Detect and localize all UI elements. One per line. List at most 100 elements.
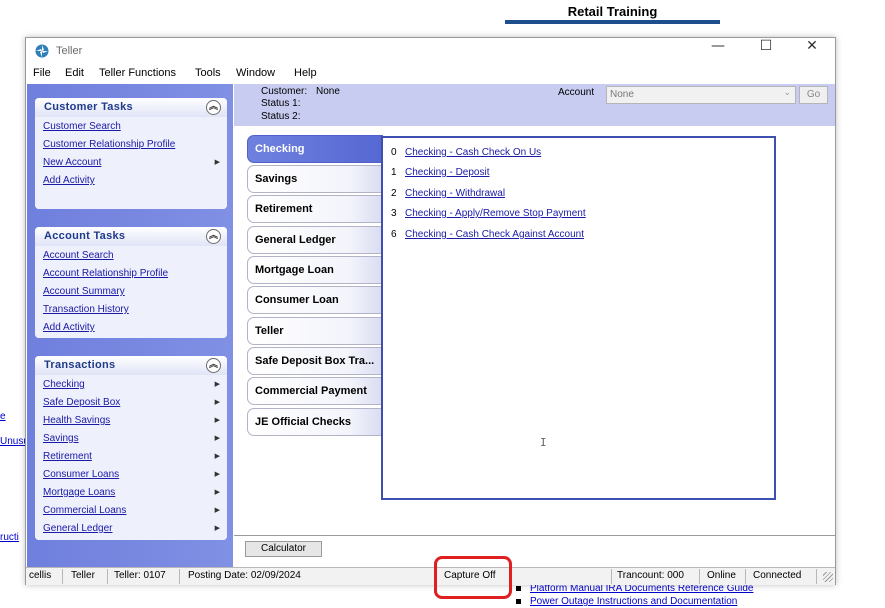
list-item: 2 Checking - Withdrawal [391, 188, 505, 199]
calculator-button[interactable]: Calculator [245, 541, 322, 557]
tab-je-official-checks[interactable]: JE Official Checks [247, 408, 383, 436]
transaction-link[interactable]: Checking - Cash Check Against Account [405, 229, 584, 240]
status-role: Teller [71, 570, 95, 581]
window-title: Teller [56, 45, 83, 57]
tab-label: Safe Deposit Box Tra... [255, 355, 375, 367]
tab-label: Retirement [255, 203, 313, 215]
account-tasks-header[interactable]: Account Tasks ︽ [35, 227, 227, 246]
customer-relationship-profile-link[interactable]: Customer Relationship Profile [43, 139, 175, 150]
transactions-health-savings-link[interactable]: Health Savings [43, 415, 110, 426]
transactions-header[interactable]: Transactions ︽ [35, 356, 227, 375]
submenu-arrow-icon: ▶ [214, 158, 220, 166]
submenu-arrow-icon: ▶ [214, 488, 220, 496]
account-summary-link[interactable]: Account Summary [43, 286, 125, 297]
transactions-retirement-link[interactable]: Retirement [43, 451, 92, 462]
submenu-arrow-icon: ▶ [214, 434, 220, 442]
transactions-general-ledger-link[interactable]: General Ledger [43, 523, 113, 534]
status-1-label: Status 1: [261, 98, 301, 109]
status-bar: cellis Teller Teller: 0107 Posting Date:… [26, 567, 835, 585]
tab-consumer-loan[interactable]: Consumer Loan [247, 286, 383, 314]
background-link[interactable]: Power Outage Instructions and Documentat… [516, 596, 737, 607]
transaction-link[interactable]: Checking - Withdrawal [405, 188, 505, 199]
tab-retirement[interactable]: Retirement [247, 195, 383, 223]
transaction-history-link[interactable]: Transaction History [43, 304, 129, 315]
transactions-commercial-loans-link[interactable]: Commercial Loans [43, 505, 126, 516]
menu-teller-functions[interactable]: Teller Functions [99, 67, 176, 79]
status-connection: Connected [753, 570, 802, 581]
transactions-checking-link[interactable]: Checking [43, 379, 85, 390]
title-bar[interactable]: Teller — ☐ ✕ [26, 38, 835, 65]
collapse-chevron-icon[interactable]: ︽ [206, 100, 221, 115]
go-button[interactable]: Go [799, 86, 828, 104]
divider [611, 569, 612, 584]
background-link-fragment[interactable]: ructi [0, 532, 19, 543]
add-activity-link[interactable]: Add Activity [43, 175, 95, 186]
maximize-button[interactable]: ☐ [743, 38, 789, 65]
tab-savings[interactable]: Savings [247, 165, 383, 193]
transaction-code: 6 [391, 229, 397, 240]
menu-window[interactable]: Window [236, 67, 275, 79]
list-item: 1 Checking - Deposit [391, 167, 489, 178]
submenu-arrow-icon: ▶ [214, 398, 220, 406]
chevron-down-icon: ⌄ [783, 88, 791, 98]
add-activity-link[interactable]: Add Activity [43, 322, 95, 333]
close-button[interactable]: ✕ [789, 38, 835, 65]
panel-title: Account Tasks [44, 230, 126, 242]
menu-help[interactable]: Help [294, 67, 317, 79]
account-dropdown-value: None [610, 89, 634, 100]
tab-general-ledger[interactable]: General Ledger [247, 226, 383, 254]
customer-search-link[interactable]: Customer Search [43, 121, 121, 132]
tab-teller[interactable]: Teller [247, 317, 383, 345]
account-search-link[interactable]: Account Search [43, 250, 114, 261]
highlight-annotation [434, 556, 512, 599]
customer-tasks-header[interactable]: Customer Tasks ︽ [35, 98, 227, 117]
transaction-code: 3 [391, 208, 397, 219]
account-dropdown[interactable]: None ⌄ [606, 86, 796, 104]
transaction-link[interactable]: Checking - Deposit [405, 167, 489, 178]
tab-label: Checking [255, 143, 305, 155]
list-item: 0 Checking - Cash Check On Us [391, 147, 541, 158]
transactions-safe-deposit-box-link[interactable]: Safe Deposit Box [43, 397, 120, 408]
transactions-mortgage-loans-link[interactable]: Mortgage Loans [43, 487, 115, 498]
status-teller-number: Teller: 0107 [114, 570, 166, 581]
divider [699, 569, 700, 584]
transaction-code: 0 [391, 147, 397, 158]
transaction-link[interactable]: Checking - Cash Check On Us [405, 147, 541, 158]
status-posting-date: Posting Date: 02/09/2024 [188, 570, 301, 581]
status-trancount: Trancount: 000 [617, 570, 684, 581]
panel-title: Customer Tasks [44, 101, 133, 113]
customer-tasks-panel: Customer Tasks ︽ Customer Search Custome… [35, 98, 227, 209]
transactions-consumer-loans-link[interactable]: Consumer Loans [43, 469, 119, 480]
divider [816, 569, 817, 584]
customer-tasks-body: Customer Search Customer Relationship Pr… [35, 117, 227, 209]
list-item: 3 Checking - Apply/Remove Stop Payment [391, 208, 586, 219]
new-account-link[interactable]: New Account [43, 157, 101, 168]
transactions-panel: Transactions ︽ Checking ▶ Safe Deposit B… [35, 356, 227, 540]
tab-label: JE Official Checks [255, 416, 351, 428]
resize-grip-icon[interactable] [823, 572, 833, 582]
collapse-chevron-icon[interactable]: ︽ [206, 358, 221, 373]
tab-label: General Ledger [255, 234, 336, 246]
tab-safe-deposit-box[interactable]: Safe Deposit Box Tra... [247, 347, 383, 375]
divider [62, 569, 63, 584]
menu-edit[interactable]: Edit [65, 67, 84, 79]
teller-logo-icon [35, 44, 49, 58]
background-link-fragment[interactable]: e [0, 411, 6, 422]
tab-label: Mortgage Loan [255, 264, 334, 276]
submenu-arrow-icon: ▶ [214, 506, 220, 514]
tab-mortgage-loan[interactable]: Mortgage Loan [247, 256, 383, 284]
menu-file[interactable]: File [33, 67, 51, 79]
tab-checking[interactable]: Checking [247, 135, 383, 163]
transactions-savings-link[interactable]: Savings [43, 433, 79, 444]
collapse-chevron-icon[interactable]: ︽ [206, 229, 221, 244]
transaction-list-panel: 0 Checking - Cash Check On Us 1 Checking -… [381, 136, 776, 500]
tab-label: Commercial Payment [255, 385, 367, 397]
transaction-link[interactable]: Checking - Apply/Remove Stop Payment [405, 208, 586, 219]
transaction-code: 2 [391, 188, 397, 199]
divider [745, 569, 746, 584]
background-link-text[interactable]: Power Outage Instructions and Documentat… [530, 596, 737, 607]
tab-commercial-payment[interactable]: Commercial Payment [247, 377, 383, 405]
menu-tools[interactable]: Tools [195, 67, 221, 79]
account-relationship-profile-link[interactable]: Account Relationship Profile [43, 268, 168, 279]
minimize-button[interactable]: — [695, 38, 741, 65]
